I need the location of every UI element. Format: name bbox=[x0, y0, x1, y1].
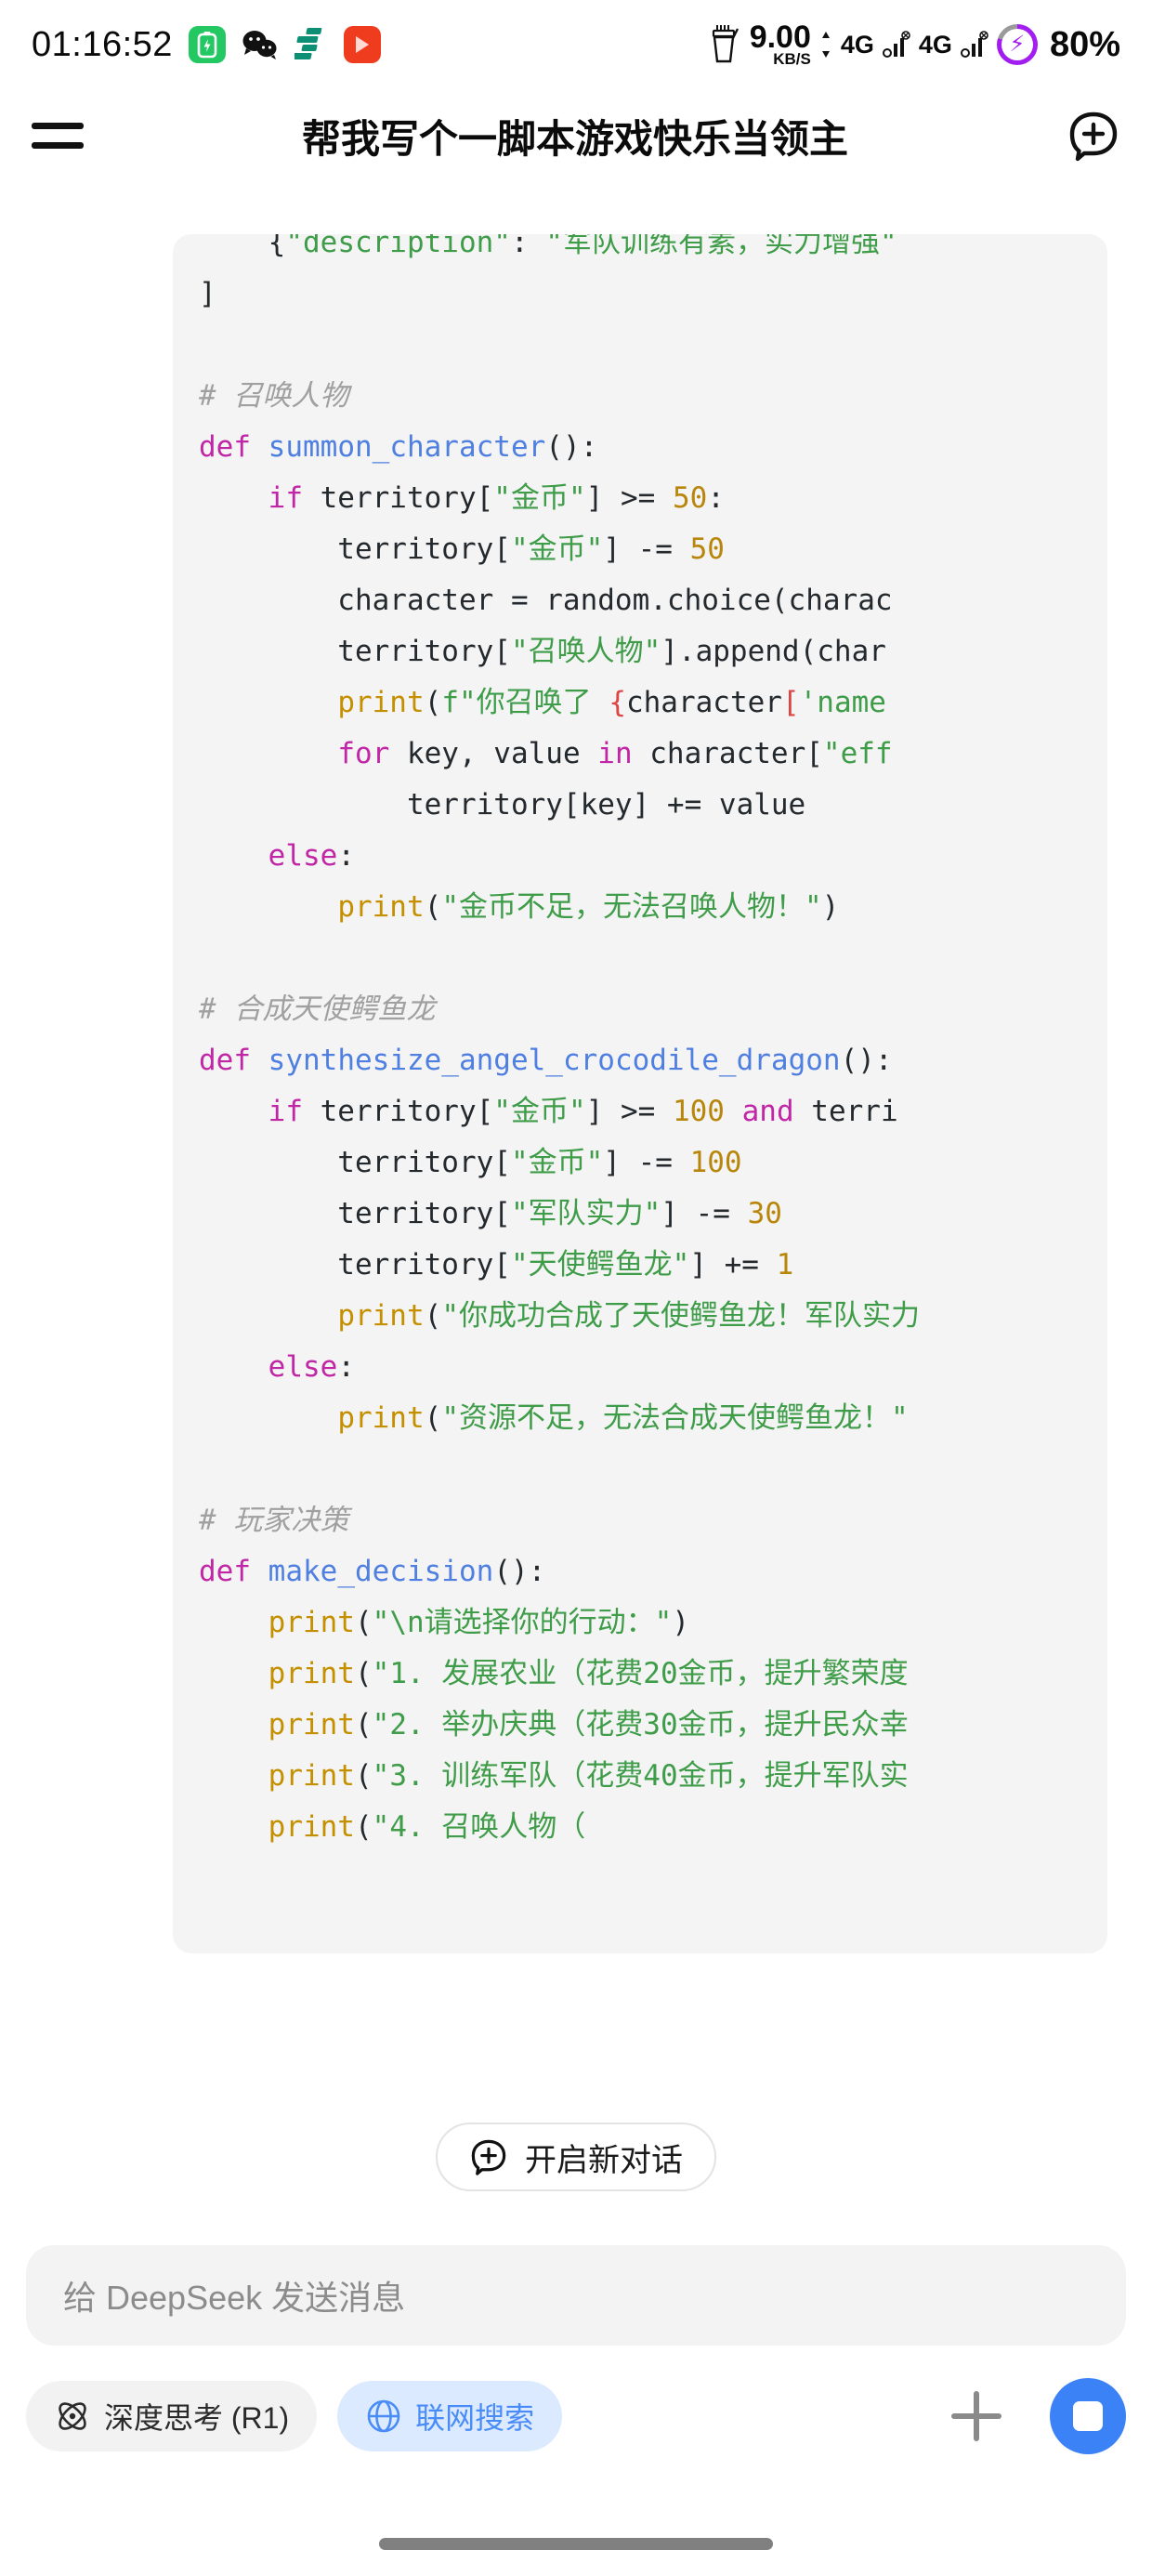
stop-generation-button[interactable] bbox=[1050, 2378, 1126, 2454]
code-block[interactable]: {"description": "军队训练有素，实力增强" ] # 召唤人物 d… bbox=[173, 234, 1107, 1953]
message-input-placeholder: 给 DeepSeek 发送消息 bbox=[63, 2279, 406, 2317]
new-chat-bubble-plus-icon bbox=[469, 2137, 508, 2176]
status-bar-right: 9.00 KB/S 4G 4G ⚡ 80% bbox=[708, 19, 1120, 69]
stop-square-icon bbox=[1073, 2401, 1103, 2431]
new-chat-bubble-plus-icon[interactable] bbox=[1067, 109, 1120, 163]
battery-charging-icon: ⚡ bbox=[996, 24, 1038, 65]
network-speed-value: 9.00 bbox=[749, 19, 811, 55]
status-bar: 01:16:52 9.00 KB/S 4G 4G ⚡ 80% bbox=[0, 0, 1152, 89]
signal-bars-1-icon bbox=[882, 31, 910, 59]
web-search-label: 联网搜索 bbox=[415, 2401, 535, 2435]
network-type-2: 4G bbox=[918, 30, 952, 59]
composer-toolbar: 深度思考 (R1) 联网搜索 bbox=[26, 2372, 1126, 2461]
network-speed-unit: KB/S bbox=[773, 50, 811, 69]
deep-think-toggle[interactable]: 深度思考 (R1) bbox=[26, 2381, 318, 2451]
code-content: {"description": "军队训练有素，实力增强" ] # 召唤人物 d… bbox=[199, 234, 920, 1844]
page-title: 帮我写个一脚本游戏快乐当领主 bbox=[301, 116, 848, 161]
network-type-1: 4G bbox=[840, 30, 874, 59]
coffee-cup-icon bbox=[708, 25, 740, 64]
start-new-chat-label: 开启新对话 bbox=[525, 2142, 683, 2178]
message-input[interactable]: 给 DeepSeek 发送消息 bbox=[26, 2245, 1126, 2346]
network-speed: 9.00 KB/S bbox=[749, 19, 811, 69]
signal-bars-2-icon bbox=[960, 31, 988, 59]
battery-app-icon bbox=[188, 26, 226, 63]
status-bar-left: 01:16:52 bbox=[32, 25, 381, 65]
chat-message-scroll-area[interactable]: {"description": "军队训练有素，实力增强" ] # 召唤人物 d… bbox=[0, 182, 1152, 2078]
globe-icon bbox=[365, 2398, 402, 2435]
web-search-toggle[interactable]: 联网搜索 bbox=[337, 2381, 563, 2451]
battery-percent-label: 80% bbox=[1049, 24, 1120, 64]
wechat-icon bbox=[242, 28, 279, 61]
hamburger-menu-icon[interactable] bbox=[32, 115, 84, 156]
home-indicator[interactable] bbox=[379, 2538, 773, 2550]
teal-app-icon bbox=[294, 26, 328, 63]
app-header: 帮我写个一脚本游戏快乐当领主 bbox=[0, 89, 1152, 182]
deep-think-label: 深度思考 (R1) bbox=[104, 2401, 290, 2435]
status-bar-clock: 01:16:52 bbox=[32, 24, 173, 64]
video-play-icon bbox=[343, 26, 381, 63]
data-arrows-icon bbox=[819, 30, 832, 59]
attach-plus-icon[interactable] bbox=[944, 2384, 1009, 2449]
app-screen: 01:16:52 9.00 KB/S 4G 4G ⚡ 80% 帮我写个一脚本游戏… bbox=[0, 0, 1152, 2576]
atom-icon bbox=[54, 2398, 91, 2435]
start-new-chat-button[interactable]: 开启新对话 bbox=[436, 2123, 716, 2191]
